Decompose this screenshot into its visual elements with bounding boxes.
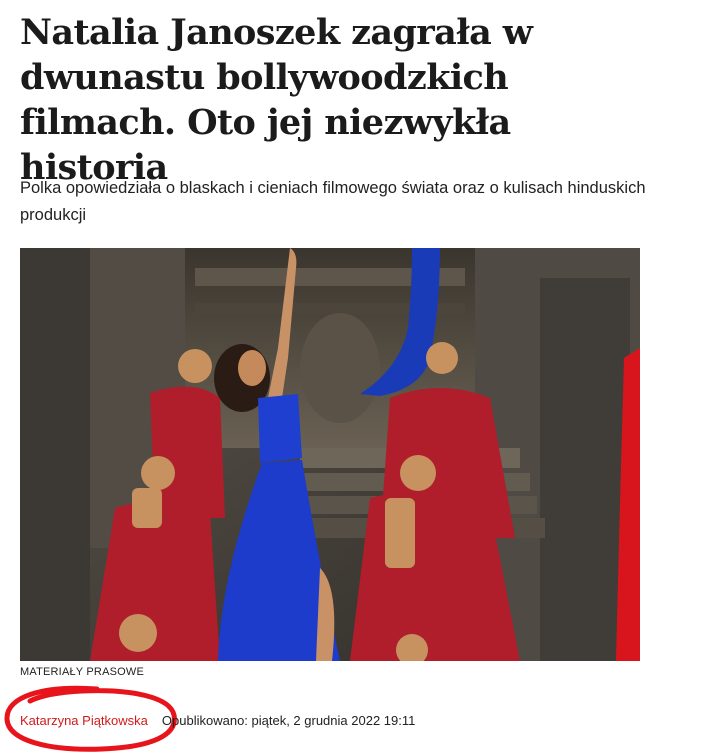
article-lead: Polka opowiedziała o blaskach i cieniach… bbox=[20, 179, 646, 224]
author-link[interactable]: Katarzyna Piątkowska bbox=[20, 713, 148, 728]
article-headline: Natalia Janoszek zagrała w dwunastu boll… bbox=[20, 12, 533, 188]
article-byline: Katarzyna Piątkowska Opublikowano: piątek… bbox=[20, 713, 415, 728]
article-photo-illustration bbox=[20, 248, 640, 661]
photo-credit: MATERIAŁY PRASOWE bbox=[20, 666, 145, 678]
article-photo[interactable] bbox=[20, 248, 640, 661]
publication-date: Opublikowano: piątek, 2 grudnia 2022 19:… bbox=[161, 713, 416, 728]
